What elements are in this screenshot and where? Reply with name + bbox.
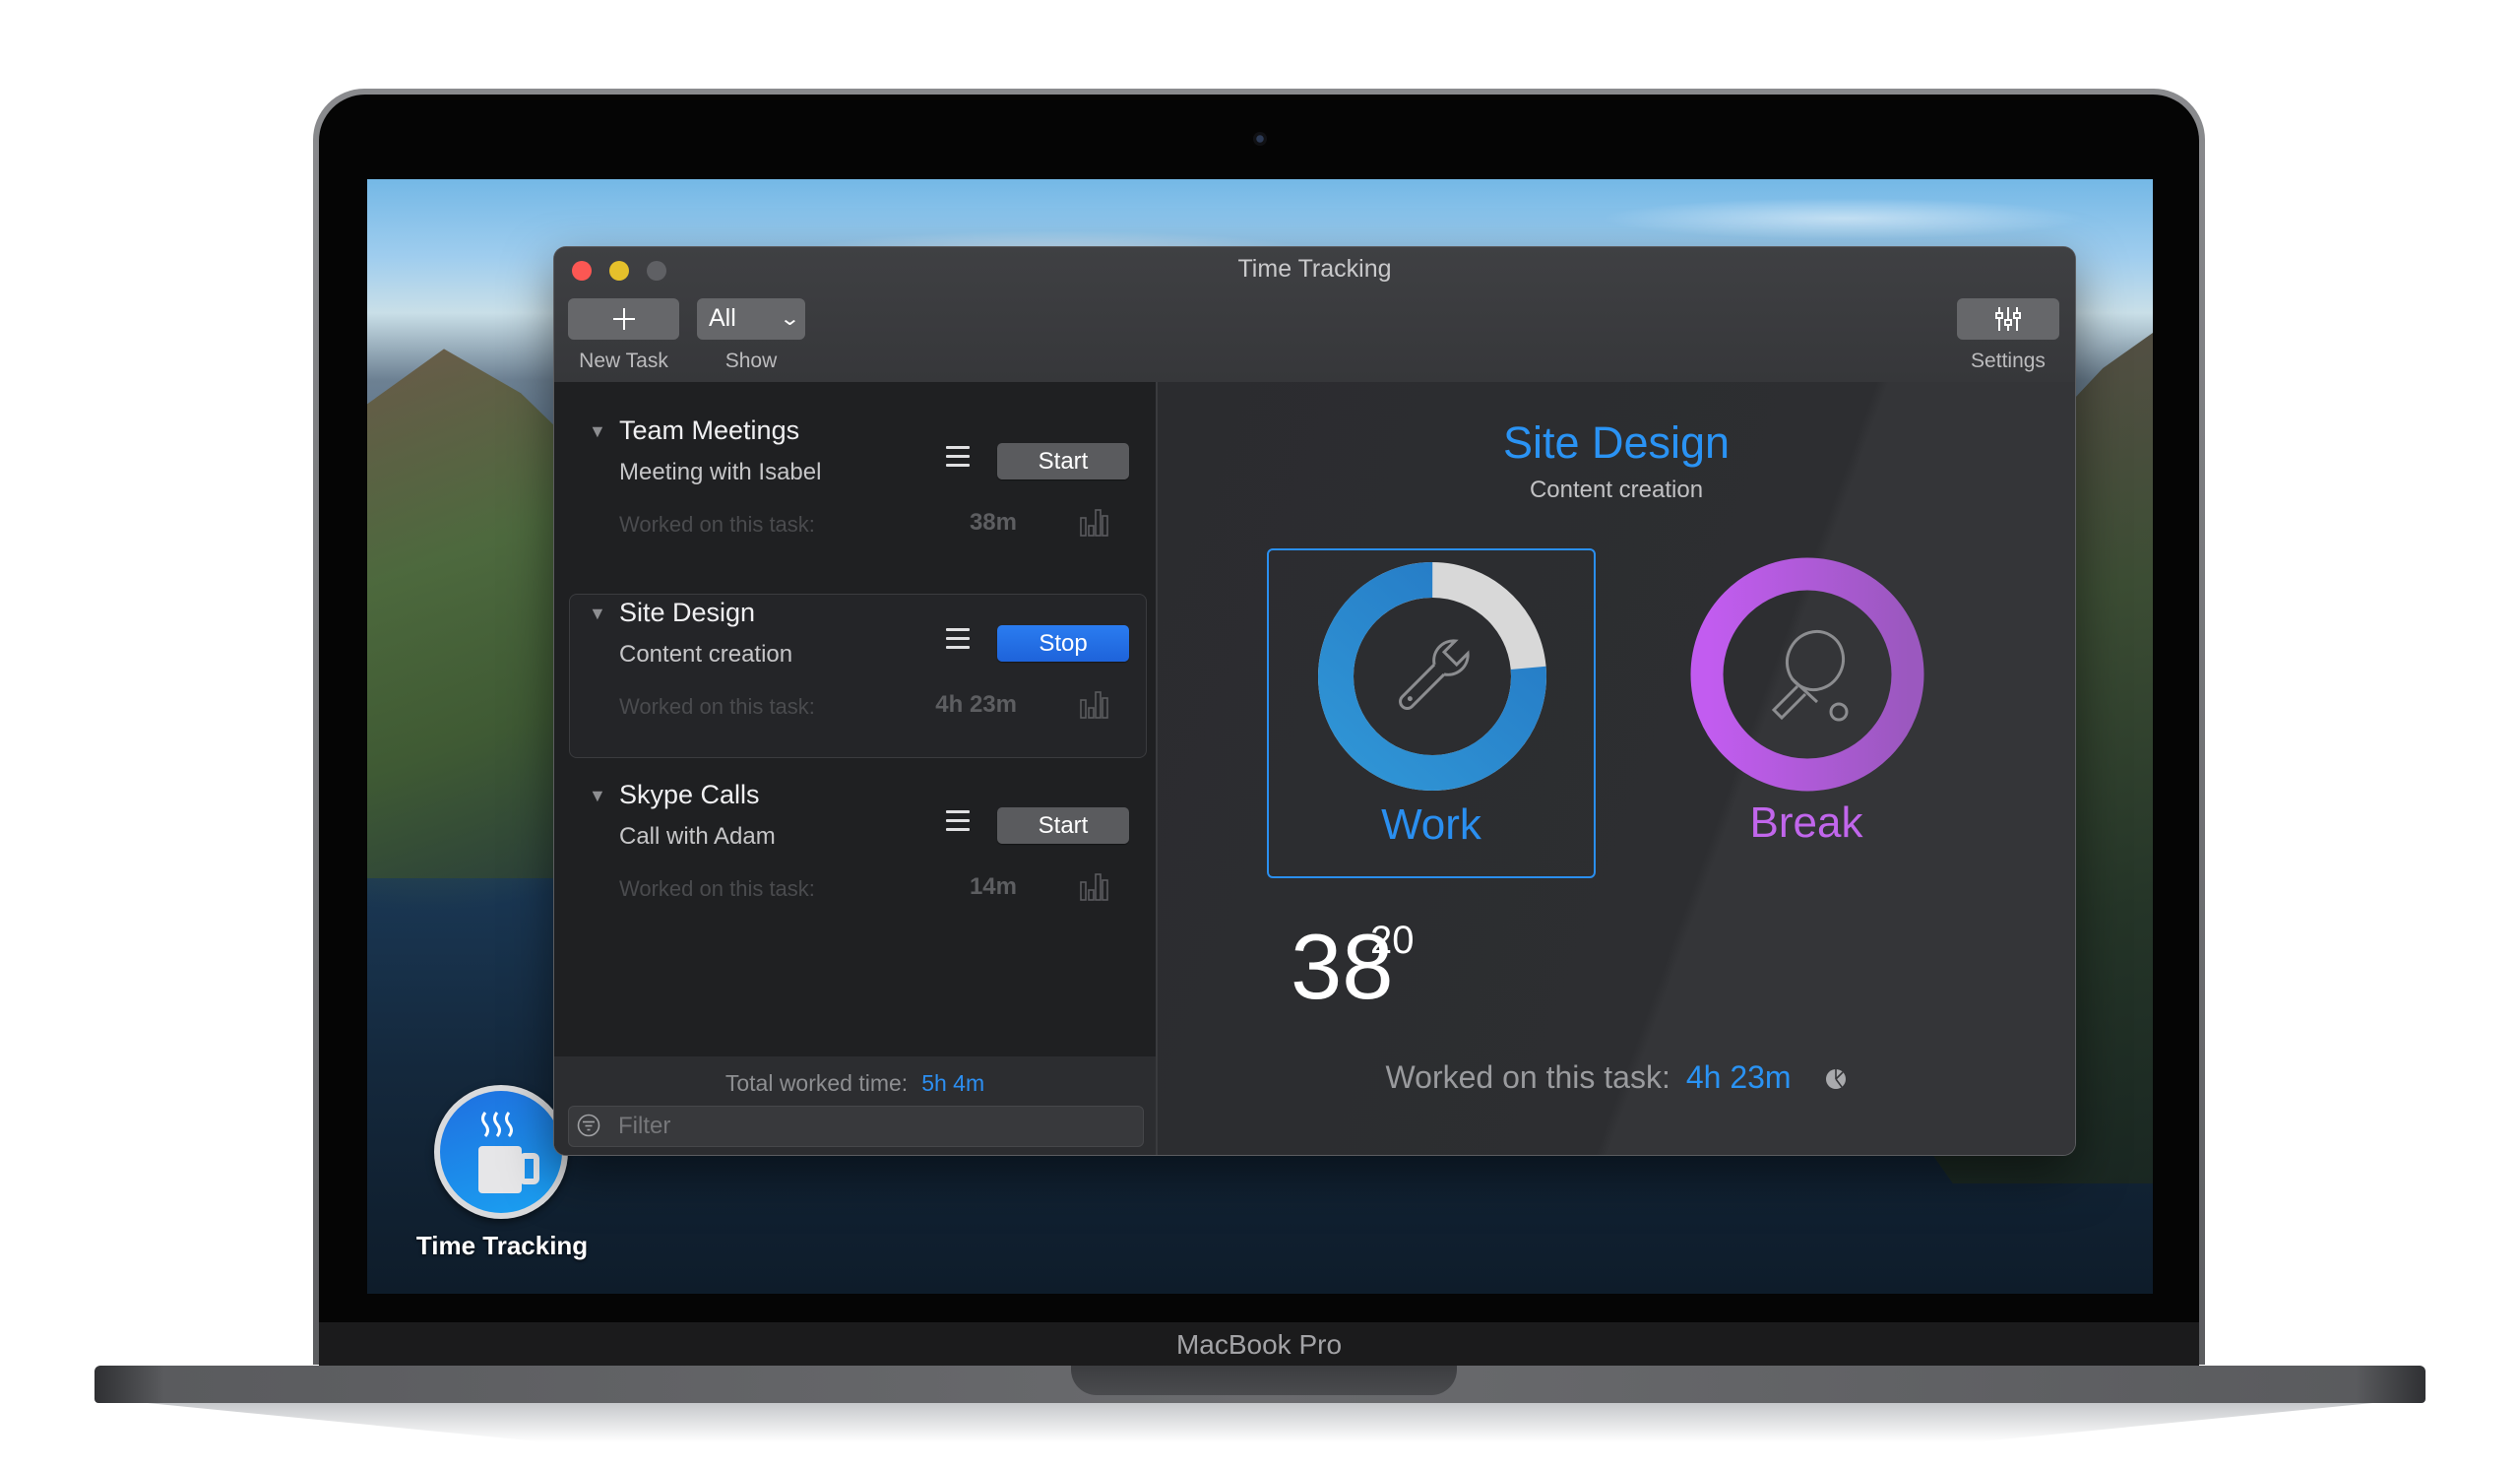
device-label: MacBook Pro [1175,1329,1343,1360]
work-mode-label: Work [1381,800,1481,849]
total-worked-value: 5h 4m [921,1070,985,1096]
task-worked-label: Worked on this task: [619,876,815,901]
filter-placeholder: Filter [618,1113,671,1139]
filter-icon [577,1114,600,1137]
chevron-down-icon: ⌄ [779,308,801,330]
stop-button[interactable]: Stop [997,625,1129,662]
task-menu-icon[interactable] [946,810,972,832]
work-mode-button[interactable]: Work [1267,548,1596,878]
bar-chart-icon[interactable] [1079,690,1108,720]
timer-seconds: 20 [1370,919,1415,962]
app-icon-label: Time Tracking [415,1231,589,1260]
show-filter-label: Show [724,350,778,372]
sliders-icon [1995,307,2021,331]
disclosure-triangle-icon[interactable]: ▼ [589,604,606,624]
settings-label: Settings [1971,350,2046,372]
disclosure-triangle-icon[interactable]: ▼ [589,786,606,806]
task-worked-label: Worked on this task: [619,512,815,537]
worked-on-task-summary: Worked on this task: 4h 23m [1158,1059,2075,1096]
task-worked-time: 14m [969,873,1017,900]
task-title: Site Design [619,598,756,627]
task-row[interactable]: ▼ Team Meetings Meeting with Isabel Worked … [554,402,1156,564]
show-filter-select[interactable]: All ⌄ [697,298,805,340]
laptop-shadow [148,1403,2372,1442]
task-worked-time: 38m [969,509,1017,536]
break-mode-label: Break [1749,798,1863,847]
break-mode-button[interactable]: Break [1644,548,1969,874]
break-ring-remaining [1690,557,1924,792]
task-subtitle: Meeting with Isabel [619,459,822,485]
task-row[interactable]: ▼ Site Design Content creation Worked on th… [554,584,1156,758]
task-detail-panel: Site Design Content creation Work Break … [1158,382,2075,1155]
new-task-label: New Task [579,350,668,372]
settings-button[interactable] [1957,298,2059,340]
show-filter-value: All [709,304,736,332]
current-task-subtitle: Content creation [1529,477,1704,503]
task-worked-time: 4h 23m [935,691,1017,718]
task-worked-label: Worked on this task: [619,694,815,719]
camera [1253,132,1267,146]
app-window: Time Tracking New Task All ⌄ Show Settin… [554,247,2075,1155]
filter-input[interactable]: Filter [568,1106,1144,1147]
worked-on-task-value: 4h 23m [1685,1059,1792,1095]
task-subtitle: Content creation [619,641,793,668]
sidebar-footer: Total worked time: 5h 4m Filter [554,1056,1156,1155]
task-title: Team Meetings [619,415,800,445]
window-toolbar: Time Tracking New Task All ⌄ Show Settin… [554,247,2075,383]
start-button[interactable]: Start [997,443,1129,479]
laptop-notch [1071,1366,1457,1395]
task-menu-icon[interactable] [946,446,972,468]
pie-chart-icon[interactable] [1825,1068,1847,1090]
work-progress-ring [1318,562,1546,791]
app-icon-time-tracking[interactable] [434,1085,568,1219]
total-worked-label: Total worked time: [724,1070,909,1096]
coffee-mug-icon [440,1091,562,1213]
plus-icon-stroke [623,308,625,330]
task-list-sidebar: ▼ Team Meetings Meeting with Isabel Worked … [554,382,1158,1155]
new-task-button[interactable] [568,298,679,340]
ping-pong-icon [1771,629,1849,722]
bar-chart-icon[interactable] [1079,872,1108,902]
disclosure-triangle-icon[interactable]: ▼ [589,421,606,442]
window-title: Time Tracking [1237,255,1392,283]
break-progress-ring [1690,557,1924,792]
task-title: Skype Calls [619,780,760,809]
wrench-icon [1399,639,1470,710]
task-row[interactable]: ▼ Skype Calls Call with Adam Worked on this… [554,766,1156,928]
bar-chart-icon[interactable] [1079,508,1108,538]
worked-on-task-label: Worked on this task: [1385,1059,1670,1095]
current-task-title: Site Design [1502,417,1731,468]
task-subtitle: Call with Adam [619,823,776,850]
task-menu-icon[interactable] [946,628,972,650]
start-button[interactable]: Start [997,807,1129,844]
total-worked-time: Total worked time: 5h 4m [554,1070,1156,1097]
